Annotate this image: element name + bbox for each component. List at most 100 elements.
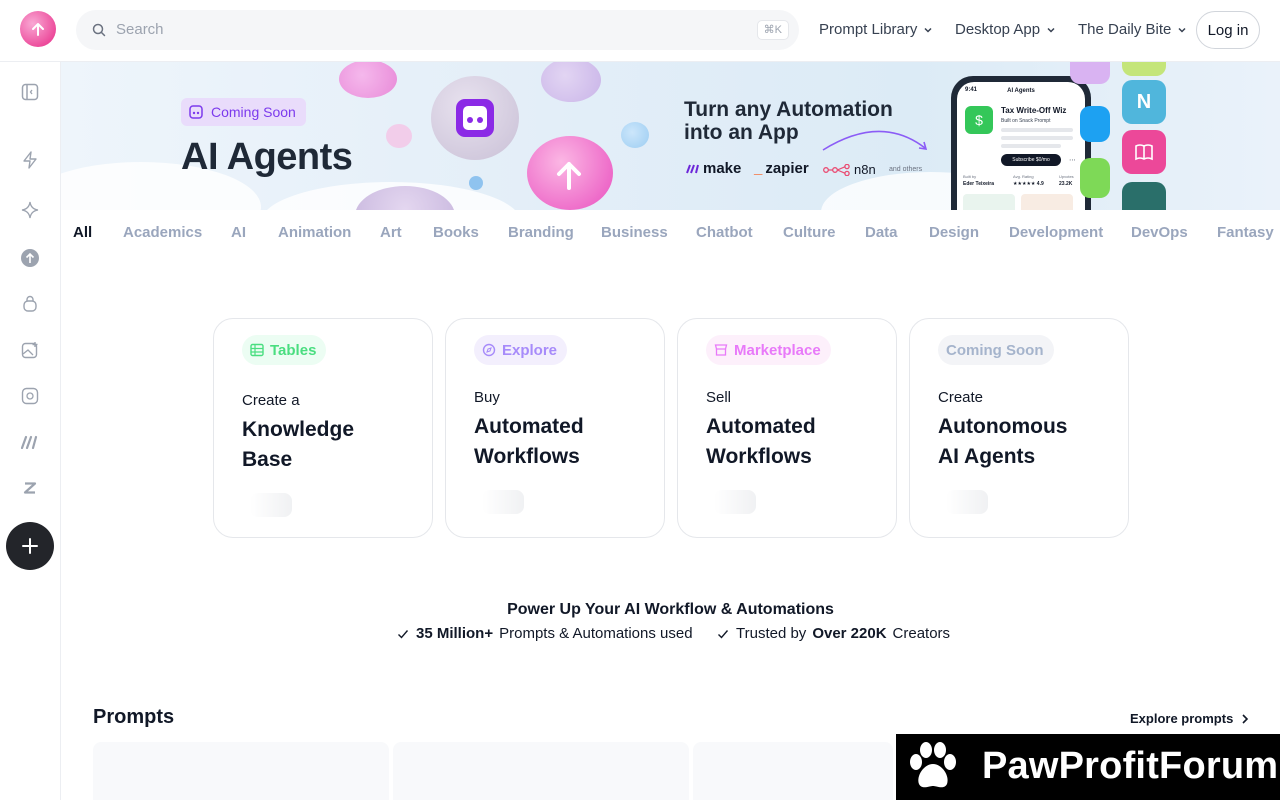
category-ai[interactable]: AI xyxy=(231,224,246,241)
watermark: PawProfitForum xyxy=(896,734,1280,800)
sparkle-icon[interactable] xyxy=(20,200,40,220)
card-title-line: Automated xyxy=(706,415,816,438)
chevron-down-icon xyxy=(924,27,932,33)
prompt-card-placeholder[interactable] xyxy=(93,742,389,800)
tax-app-icon: $ xyxy=(965,106,993,134)
nav-label: The Daily Bite xyxy=(1078,21,1172,38)
stat-label: Trusted by xyxy=(736,625,807,642)
ai-agents-banner[interactable]: Coming Soon AI Agents Turn any Automatio… xyxy=(61,62,1280,210)
apps-icon[interactable] xyxy=(20,386,40,406)
nav-prompt-library[interactable]: Prompt Library xyxy=(819,21,933,38)
card-placeholder xyxy=(946,490,988,514)
tables-pill: Tables xyxy=(242,335,327,365)
app-tile-icon xyxy=(1070,62,1110,84)
pill-label: Explore xyxy=(502,341,558,359)
coming-soon-pill: Coming Soon xyxy=(938,335,1054,365)
stat-value: 35 Million+ xyxy=(416,625,494,642)
category-business[interactable]: Business xyxy=(601,224,668,241)
explore-pill: Explore xyxy=(474,335,568,365)
phone-app-name: Tax Write-Off Wiz xyxy=(1001,106,1067,115)
search-icon xyxy=(92,23,106,42)
add-button[interactable] xyxy=(6,522,54,570)
card-placeholder xyxy=(714,490,756,514)
card-title-line: Base xyxy=(242,448,293,471)
placeholder-line xyxy=(1001,136,1073,140)
nav-label: Prompt Library xyxy=(819,21,918,38)
store-icon xyxy=(714,344,728,356)
paw-icon xyxy=(910,742,956,788)
link-label: Explore prompts xyxy=(1130,711,1234,726)
image-add-icon[interactable] xyxy=(20,340,40,360)
login-button[interactable]: Log in xyxy=(1196,11,1260,49)
category-design[interactable]: Design xyxy=(929,224,979,241)
banner-title: AI Agents xyxy=(181,136,353,178)
phone-header: AI Agents xyxy=(1007,88,1035,94)
explore-prompts-link[interactable]: Explore prompts xyxy=(1130,711,1249,726)
phone-screen: 9:41 AI Agents $ Tax Write-Off Wiz Built… xyxy=(957,82,1085,210)
notion-tile-icon: N xyxy=(1122,80,1166,124)
category-branding[interactable]: Branding xyxy=(508,224,574,241)
category-fantasy[interactable]: Fantasy xyxy=(1217,224,1274,241)
n8n-logo-icon xyxy=(823,163,850,176)
snack-logo-icon[interactable] xyxy=(20,248,40,268)
card-subtitle: Create xyxy=(938,389,984,406)
headline-line: Turn any Automation xyxy=(684,98,893,121)
make-brand: make xyxy=(686,160,741,177)
table-icon xyxy=(250,343,264,357)
card-marketplace[interactable]: Marketplace Sell Automated Workflows xyxy=(677,318,897,538)
make-icon[interactable] xyxy=(20,432,40,452)
logo-icon[interactable] xyxy=(20,11,56,47)
category-books[interactable]: Books xyxy=(433,224,479,241)
card-tables[interactable]: Tables Create a Knowledge Base xyxy=(213,318,433,538)
category-development[interactable]: Development xyxy=(1009,224,1103,241)
bag-icon[interactable] xyxy=(20,294,40,314)
card-coming-soon[interactable]: Coming Soon Create Autonomous AI Agents xyxy=(909,318,1129,538)
card-title-line: Workflows xyxy=(706,445,812,468)
check-icon xyxy=(718,629,729,639)
search-input[interactable]: Search xyxy=(116,21,164,38)
category-culture[interactable]: Culture xyxy=(783,224,836,241)
phone-subscribe-button: Subscribe $0/mo xyxy=(1001,154,1061,166)
nav-daily-bite[interactable]: The Daily Bite xyxy=(1078,21,1187,38)
placeholder-line xyxy=(1001,144,1061,148)
sidebar-toggle-icon[interactable] xyxy=(20,82,40,102)
n8n-brand: n8n xyxy=(823,162,876,177)
chevron-down-icon xyxy=(1178,27,1186,33)
brand-label: zapier xyxy=(765,160,809,177)
check-icon xyxy=(398,629,409,639)
pill-label: Tables xyxy=(270,341,317,359)
more-icon: ⋯ xyxy=(1069,157,1076,164)
prompt-card-placeholder[interactable] xyxy=(393,742,689,800)
card-subtitle: Buy xyxy=(474,389,500,406)
phone-card xyxy=(963,194,1015,210)
card-title-line: Knowledge xyxy=(242,418,355,441)
category-art[interactable]: Art xyxy=(380,224,402,241)
zapier-icon[interactable] xyxy=(20,478,40,498)
phone-rating-label: Avg. Rating xyxy=(1013,174,1034,179)
bubble-decoration xyxy=(386,124,412,148)
phone-builtby-label: Built by xyxy=(963,174,977,179)
category-animation[interactable]: Animation xyxy=(278,224,351,241)
nav-desktop-app[interactable]: Desktop App xyxy=(955,21,1056,38)
category-devops[interactable]: DevOps xyxy=(1131,224,1188,241)
stat-prompts-used: 35 Million+ Prompts & Automations used xyxy=(396,625,693,642)
card-title-line: Workflows xyxy=(474,445,580,468)
coming-soon-tag: Coming Soon xyxy=(181,98,306,126)
category-data[interactable]: Data xyxy=(865,224,898,241)
lightning-icon[interactable] xyxy=(20,150,40,170)
brand-others: and others xyxy=(889,166,923,173)
brand-label: n8n xyxy=(854,162,876,177)
zapier-dash-icon: _ xyxy=(754,160,763,177)
card-explore[interactable]: Explore Buy Automated Workflows xyxy=(445,318,665,538)
category-academics[interactable]: Academics xyxy=(123,224,202,241)
agent-coin-icon xyxy=(431,76,519,160)
app-tile-icon xyxy=(1080,158,1110,198)
app-tile-icon xyxy=(1080,106,1110,142)
search-bar[interactable]: Search ⌘K xyxy=(76,10,799,50)
prompt-card-placeholder[interactable] xyxy=(693,742,893,800)
card-placeholder xyxy=(482,490,524,514)
category-chatbot[interactable]: Chatbot xyxy=(696,224,753,241)
category-all[interactable]: All xyxy=(73,224,92,241)
phone-mockup: 9:41 AI Agents $ Tax Write-Off Wiz Built… xyxy=(951,76,1091,210)
zapier-brand: _ zapier xyxy=(754,160,809,177)
